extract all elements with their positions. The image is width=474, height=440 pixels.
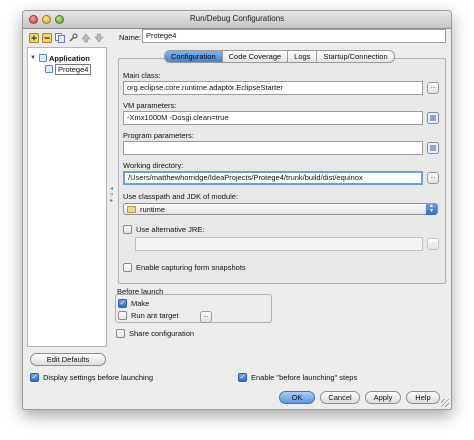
dialog-content: ▼ Application Protege4 ◂» ▸ Edit Defaults… <box>22 10 452 410</box>
select-arrows-icon: ▲ ▼ <box>426 203 437 215</box>
share-configuration-checkbox[interactable] <box>116 329 125 338</box>
config-toolbar <box>28 32 104 46</box>
tree-item-protege4-label: Protege4 <box>55 63 92 75</box>
alternative-jre-field[interactable] <box>135 237 423 251</box>
tab-startup-connection[interactable]: Startup/Connection <box>317 50 395 63</box>
classpath-module-value: runtime <box>140 205 166 214</box>
enable-steps-label: Enable "before launching" steps <box>251 373 358 382</box>
name-field[interactable]: Protege4 <box>142 29 446 43</box>
program-parameters-field[interactable] <box>123 141 423 155</box>
main-class-label: Main class: <box>123 71 161 80</box>
configuration-tree[interactable]: ▼ Application Protege4 <box>27 47 107 347</box>
ok-button[interactable]: OK <box>279 391 315 404</box>
resize-grip[interactable] <box>441 399 449 407</box>
alternative-jre-label: Use alternative JRE: <box>136 225 205 234</box>
working-directory-label: Working directory: <box>123 161 184 170</box>
form-snapshots-checkbox[interactable] <box>123 263 132 272</box>
move-up-icon[interactable] <box>80 32 91 43</box>
name-label: Name: <box>119 33 142 42</box>
vm-parameters-label: VM parameters: <box>123 101 177 110</box>
alternative-jre-checkbox[interactable] <box>123 225 132 234</box>
main-class-field[interactable]: org.eclipse.core.runtime.adaptor.Eclipse… <box>123 81 423 95</box>
make-label: Make <box>131 299 150 308</box>
form-snapshots-label: Enable capturing form snapshots <box>136 263 246 272</box>
classpath-module-label: Use classpath and JDK of module: <box>123 192 239 201</box>
form-snapshots-checkbox-row[interactable]: Enable capturing form snapshots <box>123 263 246 272</box>
wrench-icon[interactable] <box>67 32 78 43</box>
display-settings-label: Display settings before launching <box>43 373 154 382</box>
pane-splitter[interactable]: ◂» ▸ <box>110 186 114 206</box>
program-parameters-expand-icon[interactable] <box>427 142 439 154</box>
application-config-icon <box>45 65 53 73</box>
vm-parameters-expand-icon[interactable] <box>427 112 439 124</box>
tab-logs[interactable]: Logs <box>288 50 318 63</box>
remove-icon[interactable] <box>41 32 52 43</box>
copy-icon[interactable] <box>54 32 65 43</box>
tree-item-protege4[interactable]: Protege4 <box>45 63 92 75</box>
cancel-button[interactable]: Cancel <box>320 391 360 404</box>
alternative-jre-checkbox-row[interactable]: Use alternative JRE: <box>123 225 204 234</box>
enable-steps-row[interactable]: ✓ Enable "before launching" steps <box>238 373 357 382</box>
tab-code-coverage[interactable]: Code Coverage <box>222 50 289 63</box>
share-configuration-label: Share configuration <box>129 329 195 338</box>
tree-item-application-label: Application <box>49 53 90 63</box>
ant-target-checkbox-row[interactable]: Run ant target <box>118 311 179 320</box>
tab-configuration[interactable]: Configuration <box>164 50 223 63</box>
vm-parameters-field[interactable]: -Xmx1000M -Dosgi.clean=true <box>123 111 423 125</box>
program-parameters-label: Program parameters: <box>123 131 194 140</box>
tree-item-application[interactable]: ▼ Application <box>30 53 90 63</box>
classpath-module-select[interactable]: runtime ▲ ▼ <box>123 203 438 215</box>
share-configuration-row[interactable]: Share configuration <box>116 329 194 338</box>
ant-target-checkbox[interactable] <box>118 311 127 320</box>
application-icon <box>39 54 47 62</box>
module-folder-icon <box>127 206 136 213</box>
make-checkbox[interactable]: ✓ <box>118 299 127 308</box>
display-settings-checkbox[interactable]: ✓ <box>30 373 39 382</box>
add-icon[interactable] <box>28 32 39 43</box>
move-down-icon[interactable] <box>93 32 104 43</box>
ant-target-browse-button[interactable]: ... <box>200 311 212 323</box>
working-directory-field[interactable]: /Users/matthewhorridge/IdeaProjects/Prot… <box>123 171 423 185</box>
main-class-browse-button[interactable]: ... <box>427 82 439 94</box>
edit-defaults-button[interactable]: Edit Defaults <box>30 353 106 366</box>
config-tabs: Configuration Code Coverage Logs Startup… <box>164 50 395 63</box>
expand-triangle-icon[interactable]: ▼ <box>30 55 37 61</box>
apply-button[interactable]: Apply <box>365 391 401 404</box>
alternative-jre-browse-button[interactable]: ... <box>427 238 439 250</box>
make-checkbox-row[interactable]: ✓ Make <box>118 299 149 308</box>
help-button[interactable]: Help <box>406 391 440 404</box>
enable-steps-checkbox[interactable]: ✓ <box>238 373 247 382</box>
working-directory-browse-button[interactable]: ... <box>427 172 439 184</box>
display-settings-row[interactable]: ✓ Display settings before launching <box>30 373 153 382</box>
ant-target-label: Run ant target <box>131 311 179 320</box>
